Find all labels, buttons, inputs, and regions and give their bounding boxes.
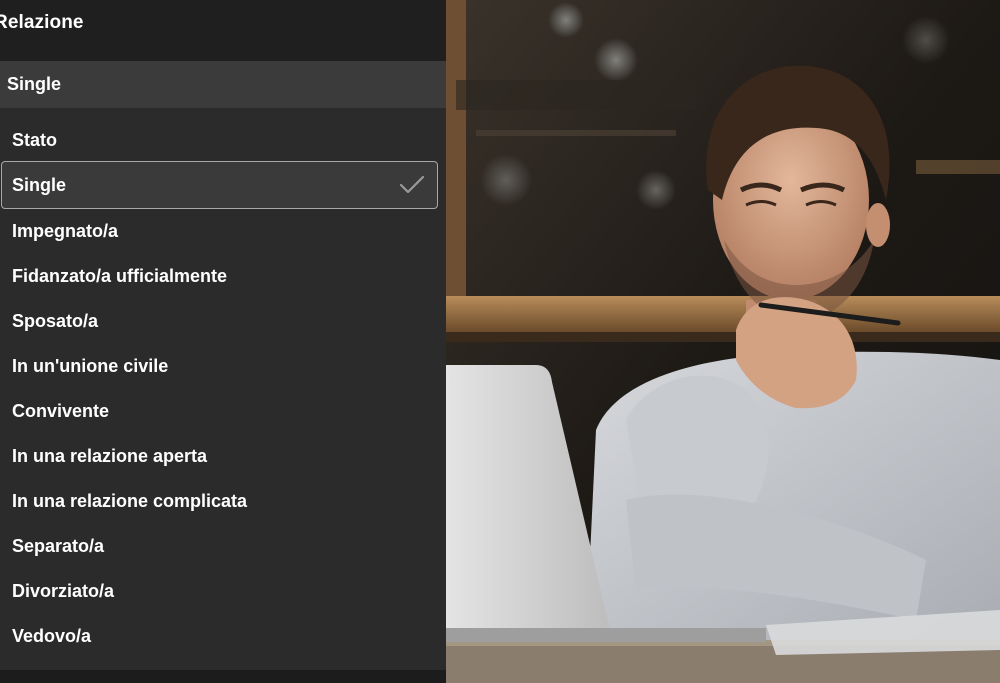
option-divorziato[interactable]: Divorziato/a — [0, 569, 446, 614]
option-relazione-aperta[interactable]: In una relazione aperta — [0, 434, 446, 479]
background-photo — [446, 0, 1000, 683]
option-sposato[interactable]: Sposato/a — [0, 299, 446, 344]
man-at-laptop-illustration — [446, 0, 1000, 683]
option-label: Single — [12, 175, 67, 195]
checkmark-icon — [399, 175, 425, 194]
option-single[interactable]: Single — [1, 161, 438, 209]
select-current-value: Single — [7, 74, 62, 94]
option-vedovo[interactable]: Vedovo/a — [0, 614, 446, 659]
option-fidanzato[interactable]: Fidanzato/a ufficialmente — [0, 254, 446, 299]
option-unione-civile[interactable]: In un'unione civile — [0, 344, 446, 389]
option-separato[interactable]: Separato/a — [0, 524, 446, 569]
screen: Relazione Single Stato Single Impegnato/… — [0, 0, 1000, 683]
relationship-dropdown-list: Stato Single Impegnato/a Fidanzato/a uff… — [0, 108, 446, 670]
option-relazione-complicata[interactable]: In una relazione complicata — [0, 479, 446, 524]
relationship-select[interactable]: Single — [0, 61, 446, 108]
option-impegnato[interactable]: Impegnato/a — [0, 209, 446, 254]
relationship-settings-panel: Relazione Single Stato Single Impegnato/… — [0, 0, 446, 683]
panel-title: Relazione — [0, 12, 84, 33]
option-convivente[interactable]: Convivente — [0, 389, 446, 434]
dropdown-header-stato: Stato — [12, 130, 57, 150]
panel-bottom-edge — [0, 670, 446, 683]
